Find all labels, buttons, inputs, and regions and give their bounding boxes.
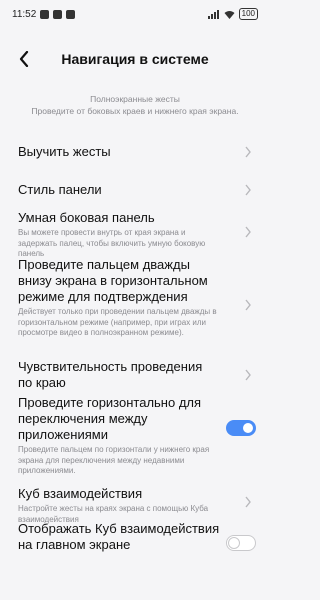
item-description: Действует только при проведении пальцем … — [18, 307, 217, 337]
item-label: Проведите горизонтально для переключения… — [18, 395, 202, 442]
item-description: Проведите пальцем по горизонтали у нижне… — [18, 445, 210, 475]
item-label: Умная боковая панель — [18, 210, 155, 225]
interaction-cube-item[interactable]: Куб взаимодействия Настройте жесты на кр… — [18, 486, 258, 525]
notification-icon — [40, 9, 50, 19]
status-bar: 11:52 100 — [0, 0, 270, 28]
item-label: Выучить жесты — [18, 144, 111, 159]
learn-gestures-item[interactable]: Выучить жесты — [18, 144, 258, 160]
panel-style-item[interactable]: Стиль панели — [18, 182, 258, 198]
chevron-right-icon — [245, 184, 251, 196]
horizontal-swipe-switch-item: Проведите горизонтально для переключения… — [18, 395, 258, 477]
page-title: Навигация в системе — [61, 51, 209, 67]
smart-sidebar-item[interactable]: Умная боковая панель Вы можете провести … — [18, 210, 258, 260]
chevron-right-icon — [245, 299, 251, 311]
battery-icon: 100 — [238, 8, 258, 20]
horizontal-swipe-toggle[interactable] — [226, 420, 256, 436]
gesture-hint: Полноэкранные жесты Проведите от боковых… — [0, 93, 270, 117]
show-cube-home-item: Отображать Куб взаимодействия на главном… — [18, 521, 258, 553]
item-label: Стиль панели — [18, 182, 102, 197]
show-cube-toggle[interactable] — [226, 535, 256, 551]
notification-icon — [53, 9, 63, 19]
chevron-right-icon — [245, 496, 251, 508]
double-swipe-confirm-item[interactable]: Проведите пальцем дважды внизу экрана в … — [18, 257, 258, 339]
chevron-right-icon — [245, 226, 251, 238]
notification-icon — [66, 9, 76, 19]
chevron-left-icon — [19, 51, 29, 67]
item-label: Отображать Куб взаимодействия на главном… — [18, 521, 220, 552]
item-label: Чувствительность проведения по краю — [18, 359, 203, 390]
back-button[interactable] — [14, 48, 34, 70]
hint-title: Полноэкранные жесты — [90, 94, 180, 104]
item-description: Вы можете провести внутрь от края экрана… — [18, 228, 206, 258]
hint-description: Проведите от боковых краев и нижнего кра… — [31, 106, 239, 116]
chevron-right-icon — [245, 369, 251, 381]
item-label: Куб взаимодействия — [18, 486, 143, 501]
status-time: 11:52 — [12, 8, 37, 20]
item-label: Проведите пальцем дважды внизу экрана в … — [18, 257, 208, 304]
signal-icon — [207, 9, 219, 19]
wifi-icon — [224, 10, 235, 19]
chevron-right-icon — [245, 146, 251, 158]
edge-swipe-sensitivity-item[interactable]: Чувствительность проведения по краю — [18, 359, 258, 391]
header: Навигация в системе — [0, 44, 270, 74]
